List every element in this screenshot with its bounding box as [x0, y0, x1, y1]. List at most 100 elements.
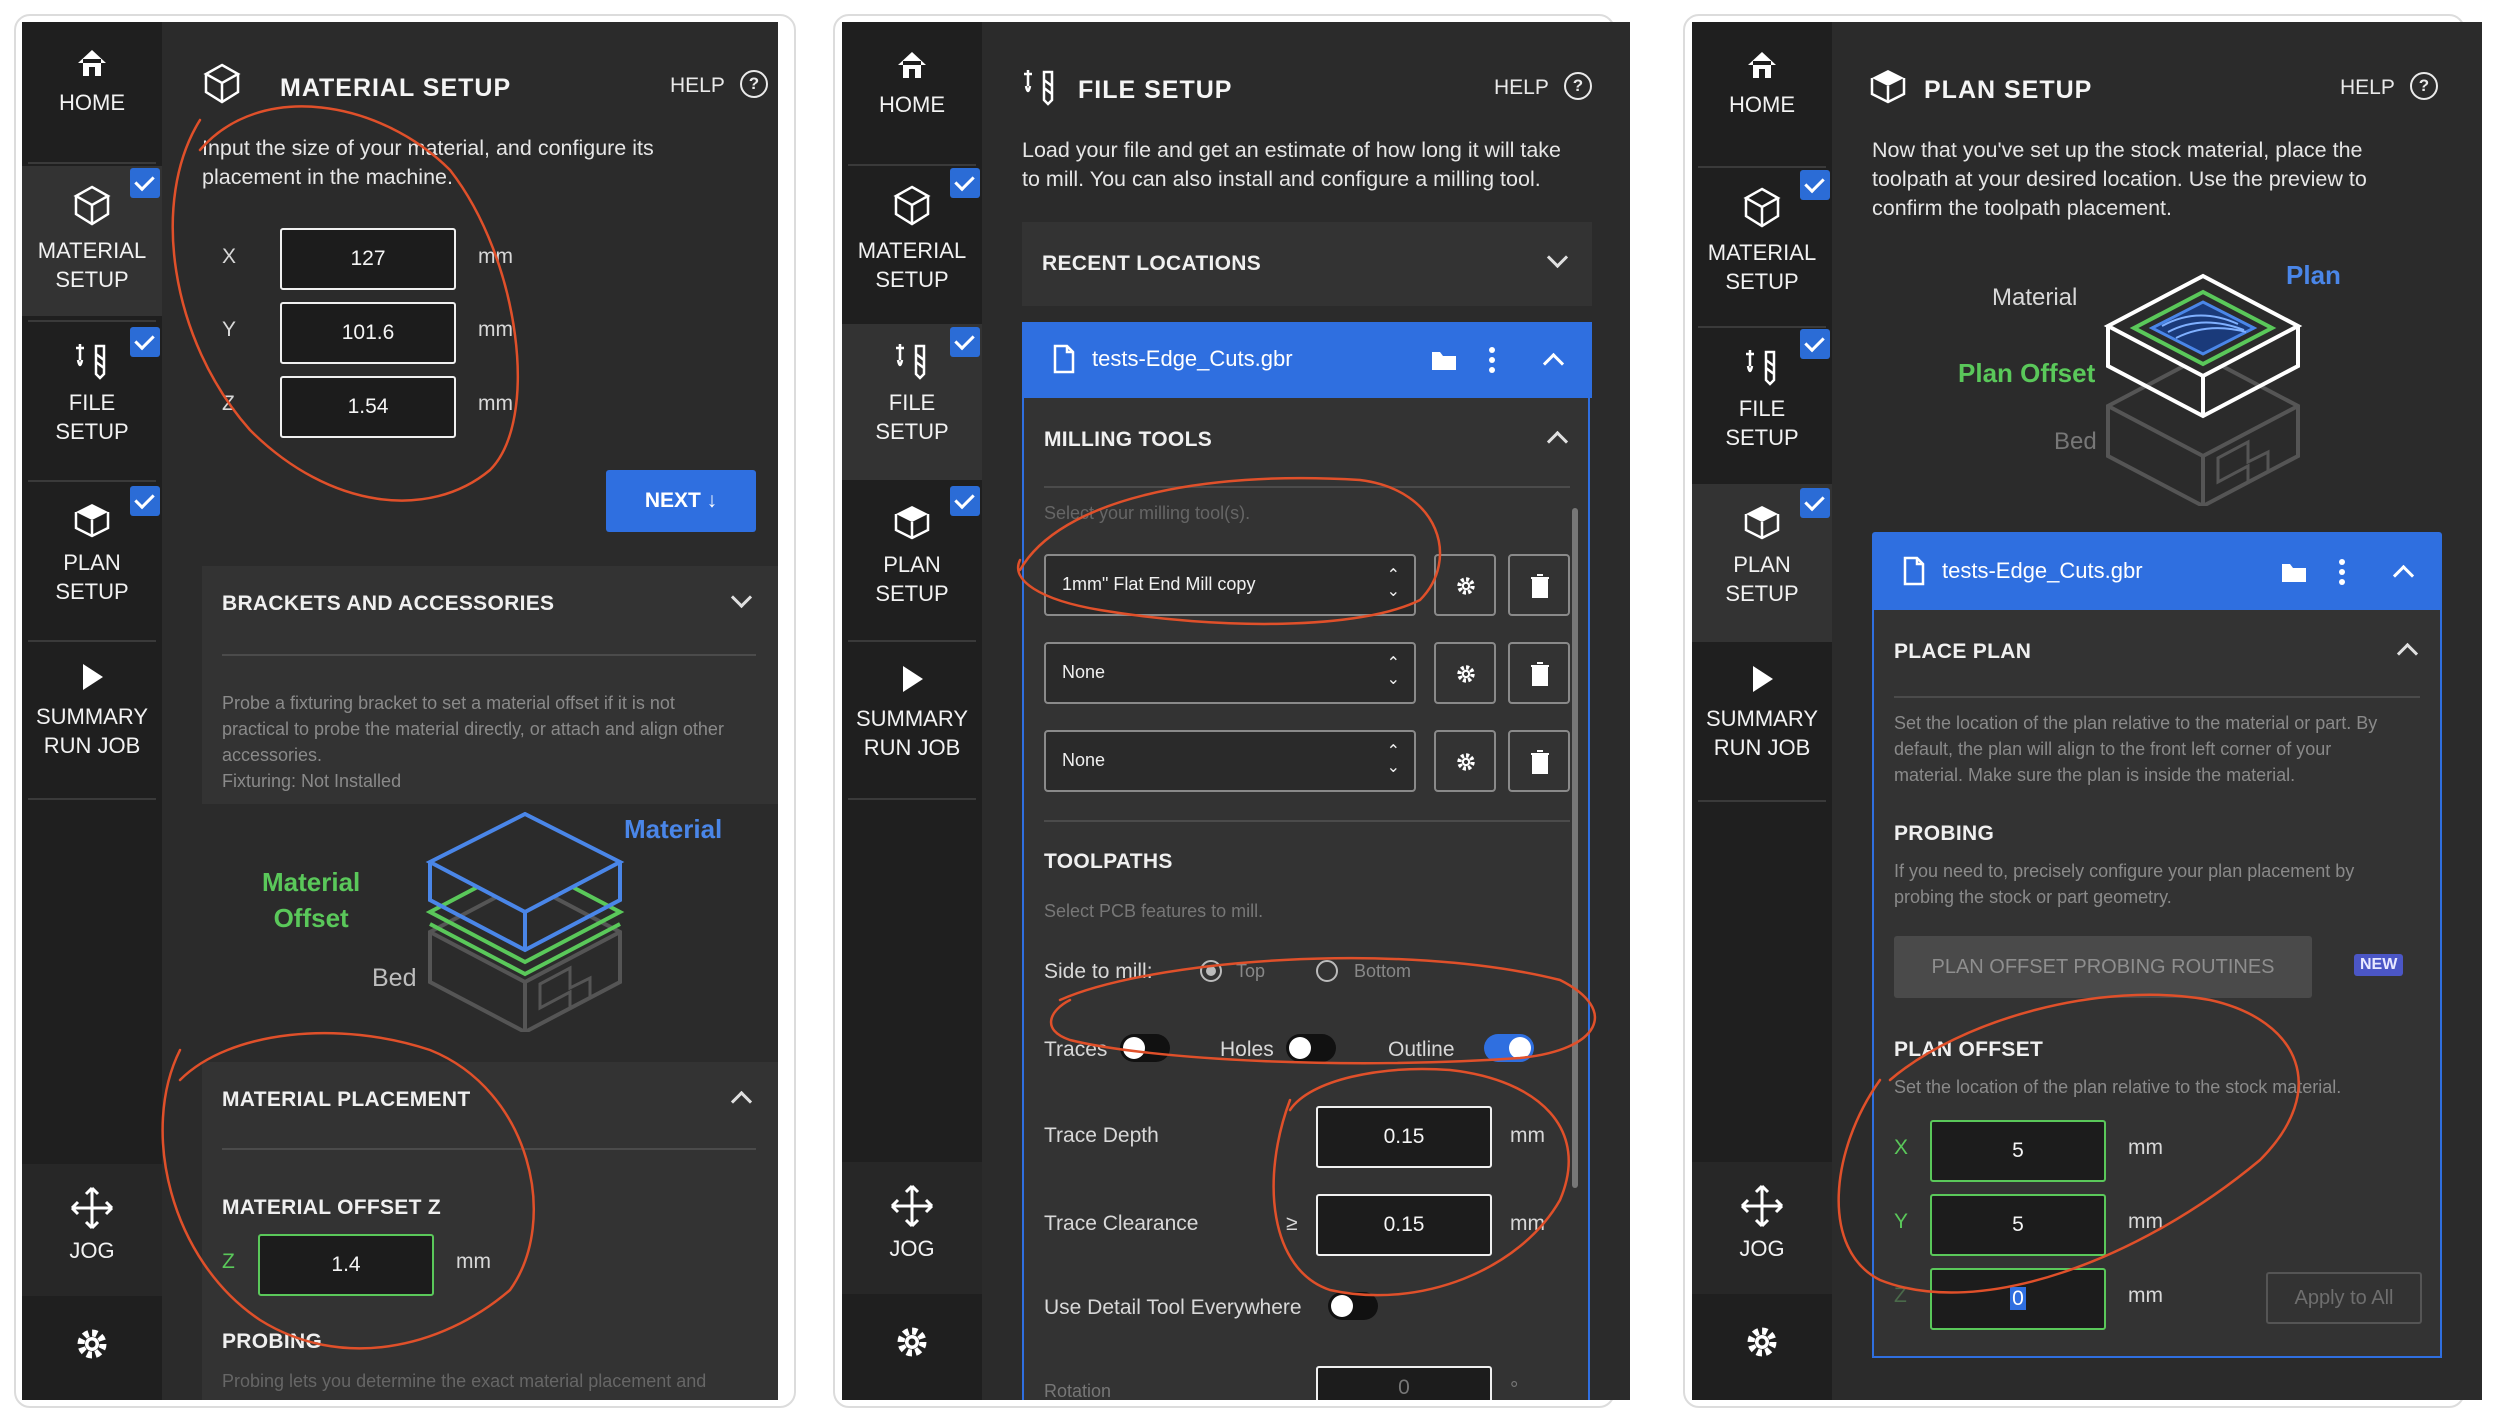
- chevron-down-icon[interactable]: [730, 586, 753, 609]
- nav-material-setup[interactable]: MATERIAL SETUP: [842, 184, 982, 294]
- folder-icon[interactable]: [2280, 560, 2308, 584]
- nav-plan-setup[interactable]: PLAN SETUP: [842, 502, 982, 608]
- new-badge: NEW: [2354, 954, 2404, 976]
- plan-offset-description: Set the location of the plan relative to…: [1894, 1077, 2342, 1097]
- plan-offset-z-input[interactable]: 0: [1930, 1268, 2106, 1330]
- help-link[interactable]: HELP: [1494, 76, 1549, 100]
- material-placement-section: MATERIAL PLACEMENT MATERIAL OFFSET Z Z 1…: [202, 1062, 778, 1400]
- holes-toggle[interactable]: [1286, 1034, 1336, 1062]
- gear-icon: [77, 1329, 107, 1359]
- updown-icon: ⌃ ⌄: [1386, 655, 1400, 688]
- help-icon[interactable]: ?: [740, 70, 768, 98]
- material-offset-z-input[interactable]: 1.4: [258, 1234, 434, 1296]
- settings-button[interactable]: [1692, 1294, 1832, 1400]
- tool-delete-button[interactable]: [1508, 642, 1570, 704]
- completed-check-icon: [950, 168, 980, 198]
- nav-summary[interactable]: SUMMARY RUN JOB: [22, 660, 162, 760]
- diagram-offset-label: Plan Offset: [1958, 358, 2096, 388]
- gear-icon: [1457, 665, 1475, 683]
- side-top-radio[interactable]: [1200, 960, 1222, 982]
- chevron-up-icon[interactable]: [1546, 430, 1569, 453]
- nav-file-setup[interactable]: FILE SETUP: [1692, 346, 1832, 452]
- toolpaths-hint: Select PCB features to mill.: [1044, 901, 1264, 921]
- file-icon: [1053, 344, 1075, 374]
- intro-text: Now that you've set up the stock materia…: [1872, 138, 2367, 220]
- cube-icon: [1743, 187, 1781, 228]
- traces-toggle[interactable]: [1120, 1034, 1170, 1062]
- folder-icon[interactable]: [1430, 348, 1458, 372]
- nav-home[interactable]: HOME: [1692, 48, 1832, 119]
- help-icon[interactable]: ?: [1564, 72, 1592, 100]
- trace-clearance-unit: mm: [1510, 1212, 1545, 1235]
- material-z-input[interactable]: 1.54: [280, 376, 456, 438]
- plan-offset-probing-button[interactable]: PLAN OFFSET PROBING ROUTINES: [1894, 936, 2312, 998]
- trace-depth-label: Trace Depth: [1044, 1124, 1159, 1147]
- more-vertical-icon[interactable]: [1488, 346, 1496, 374]
- chevron-up-icon[interactable]: [1542, 352, 1565, 375]
- brackets-description: Probe a fixturing bracket to set a mater…: [222, 693, 724, 791]
- chevron-up-icon[interactable]: [730, 1090, 753, 1113]
- help-link[interactable]: HELP: [2340, 76, 2395, 100]
- apply-to-all-button[interactable]: Apply to All: [2266, 1272, 2422, 1324]
- tool-select-2[interactable]: None ⌃ ⌄: [1044, 642, 1416, 704]
- nav-home[interactable]: HOME: [842, 48, 982, 119]
- trace-clearance-symbol: ≥: [1286, 1212, 1298, 1235]
- file-body: MILLING TOOLS Select your milling tool(s…: [1022, 398, 1590, 1400]
- intro-text: Input the size of your material, and con…: [202, 136, 654, 189]
- milling-tools-title: MILLING TOOLS: [1044, 428, 1213, 451]
- side-bottom-radio[interactable]: [1316, 960, 1338, 982]
- plan-offset-y-input[interactable]: 5: [1930, 1194, 2106, 1256]
- tool-settings-button[interactable]: [1434, 642, 1496, 704]
- move-arrows-icon: [1740, 1184, 1784, 1228]
- nav-jog[interactable]: JOG: [842, 1162, 982, 1294]
- file-header-bar[interactable]: tests-Edge_Cuts.gbr: [1022, 322, 1592, 398]
- tools-hint: Select your milling tool(s).: [1044, 503, 1251, 523]
- plan-icon: [894, 506, 930, 540]
- material-setup-panel: HOME MATERIAL SETUP FILE SETUP PLAN SETUP S…: [22, 22, 778, 1400]
- offset-z-label: Z: [1894, 1284, 1907, 1307]
- toolpaths-title: TOOLPATHS: [1044, 850, 1173, 873]
- play-icon: [83, 664, 103, 690]
- completed-check-icon: [1800, 488, 1830, 518]
- chevron-up-icon[interactable]: [2392, 564, 2415, 587]
- settings-button[interactable]: [842, 1294, 982, 1400]
- cube-icon: [893, 185, 931, 226]
- outline-toggle[interactable]: [1484, 1034, 1534, 1062]
- nav-material-setup[interactable]: MATERIAL SETUP: [1692, 186, 1832, 296]
- diagram-offset-label: Material Offset: [262, 867, 361, 933]
- chevron-up-icon[interactable]: [2396, 642, 2419, 665]
- nav-home[interactable]: HOME: [22, 46, 162, 117]
- trace-depth-input[interactable]: 0.15: [1316, 1106, 1492, 1168]
- help-link[interactable]: HELP: [670, 74, 725, 98]
- traces-label: Traces: [1044, 1038, 1108, 1061]
- gear-icon: [897, 1327, 927, 1357]
- scrollbar[interactable]: [1572, 508, 1578, 1188]
- completed-check-icon: [950, 327, 980, 357]
- tool-delete-button[interactable]: [1508, 554, 1570, 616]
- material-y-input[interactable]: 101.6: [280, 302, 456, 364]
- material-x-input[interactable]: 127: [280, 228, 456, 290]
- file-icon: [1903, 556, 1925, 586]
- page-title: FILE SETUP: [1078, 76, 1233, 104]
- tool-settings-button[interactable]: [1434, 730, 1496, 792]
- file-header-bar[interactable]: tests-Edge_Cuts.gbr: [1872, 532, 2442, 610]
- tool-delete-button[interactable]: [1508, 730, 1570, 792]
- trace-clearance-label: Trace Clearance: [1044, 1212, 1199, 1235]
- tool-select-3[interactable]: None ⌃ ⌄: [1044, 730, 1416, 792]
- nav-jog[interactable]: JOG: [22, 1164, 162, 1296]
- trace-clearance-input[interactable]: 0.15: [1316, 1194, 1492, 1256]
- nav-summary[interactable]: SUMMARY RUN JOB: [1692, 662, 1832, 762]
- more-vertical-icon[interactable]: [2338, 558, 2346, 586]
- settings-button[interactable]: [22, 1296, 162, 1400]
- recent-locations-dropdown[interactable]: RECENT LOCATIONS: [1022, 222, 1592, 306]
- tool-select-1[interactable]: 1mm" Flat End Mill copy ⌃ ⌄: [1044, 554, 1416, 616]
- rotation-input[interactable]: 0: [1316, 1366, 1492, 1400]
- offset-x-unit: mm: [2128, 1136, 2163, 1159]
- detail-tool-toggle[interactable]: [1328, 1292, 1378, 1320]
- nav-jog[interactable]: JOG: [1692, 1162, 1832, 1294]
- help-icon[interactable]: ?: [2410, 72, 2438, 100]
- plan-offset-x-input[interactable]: 5: [1930, 1120, 2106, 1182]
- nav-summary[interactable]: SUMMARY RUN JOB: [842, 662, 982, 762]
- tool-settings-button[interactable]: [1434, 554, 1496, 616]
- next-button[interactable]: NEXT ↓: [606, 470, 756, 532]
